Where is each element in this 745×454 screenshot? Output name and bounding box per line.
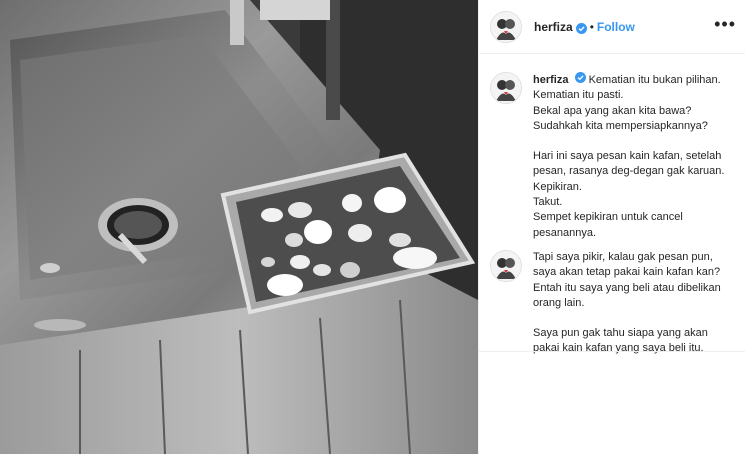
caption-text-line: Kepikiran. xyxy=(533,180,582,193)
verified-badge-icon xyxy=(575,21,587,34)
caption-text-line: pesanannya. xyxy=(533,226,596,239)
caption-comment: herfiza Kematian itu bukan pilihan. Kema… xyxy=(490,72,740,241)
caption-text-line: Bekal apa yang akan kita bawa? xyxy=(533,104,692,117)
avatar[interactable] xyxy=(490,72,522,104)
verified-badge-icon xyxy=(574,72,586,83)
caption-text-line: Hari ini saya pesan kain kafan, setelah xyxy=(533,150,722,163)
comment-text-line: Tapi saya pikir, kalau gak pesan pun, xyxy=(533,251,713,263)
post-side-panel: herfiza • Follow ••• herfiza Kematian it… xyxy=(478,0,745,454)
section-divider xyxy=(479,351,745,352)
avatar[interactable] xyxy=(490,250,522,282)
post-photo[interactable] xyxy=(0,0,478,454)
caption-text-line: Takut. xyxy=(533,196,563,209)
caption-text-line: Sudahkah kita mempersiapkannya? xyxy=(533,119,708,132)
caption-first-line: herfiza Kematian itu bukan pilihan. xyxy=(533,72,740,88)
more-options-icon[interactable]: ••• xyxy=(714,15,736,33)
comment-text-line: Saya pun gak tahu siapa yang akan xyxy=(533,327,708,340)
comment-text-line: saya akan tetap pakai kain kafan kan? xyxy=(533,266,721,279)
follow-button[interactable]: Follow xyxy=(597,20,635,34)
header-username[interactable]: herfiza xyxy=(534,20,573,34)
separator-dot: • xyxy=(589,19,594,34)
avatar-illustration xyxy=(491,73,521,103)
comment-text-line: orang lain. xyxy=(533,296,585,309)
avatar[interactable] xyxy=(490,10,522,43)
caption-text-line: Kematian itu bukan pilihan. xyxy=(588,74,721,86)
caption-username[interactable]: herfiza xyxy=(533,74,568,86)
avatar-illustration xyxy=(491,11,521,42)
avatar-illustration xyxy=(491,251,521,281)
caption-text-line: Sempet kepikiran untuk cancel xyxy=(533,211,683,224)
comment-text-line: pakai kain kafan yang saya beli itu. xyxy=(533,342,704,355)
comment-body: Tapi saya pikir, kalau gak pesan pun, sa… xyxy=(533,250,740,357)
caption-text-line: Kematian itu pasti. xyxy=(533,89,624,102)
caption-text-line: pesan, rasanya deg-degan gak karuan. xyxy=(533,165,725,178)
comment-item: Tapi saya pikir, kalau gak pesan pun, sa… xyxy=(490,250,740,357)
post-header: herfiza • Follow ••• xyxy=(479,0,745,54)
sink-photo-illustration xyxy=(0,0,478,454)
caption-body: herfiza Kematian itu bukan pilihan. Kema… xyxy=(533,72,740,241)
comment-text-line: Entah itu saya yang beli atau dibelikan xyxy=(533,281,721,294)
